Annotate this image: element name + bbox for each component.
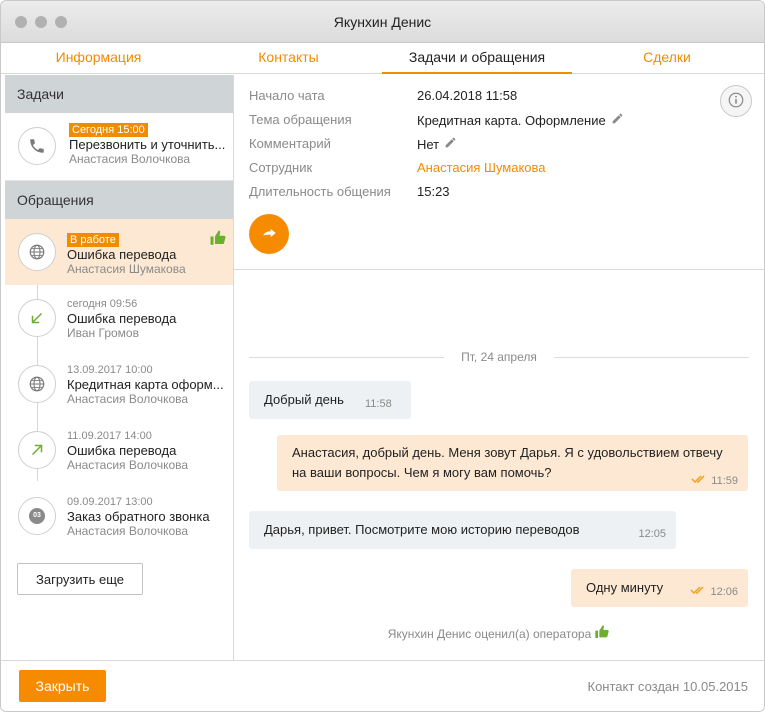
close-window-button[interactable] [15, 16, 27, 28]
double-check-icon [691, 471, 707, 491]
contact-window: Якунхин Денис Информация Контакты Задачи… [0, 0, 765, 712]
request-title: Ошибка перевода [67, 247, 177, 262]
main-panel: Начало чата 26.04.2018 11:58 Тема обраще… [234, 75, 764, 660]
info-button[interactable] [720, 85, 752, 117]
task-title: Перезвонить и уточнить... [69, 137, 226, 152]
info-icon [727, 91, 745, 112]
chat-start-value: 26.04.2018 11:58 [417, 88, 518, 103]
globe-icon [18, 365, 56, 403]
request-person: Анастасия Волочкова [67, 392, 189, 406]
requests-header: Обращения [5, 181, 233, 219]
request-person: Анастасия Волочкова [67, 524, 189, 538]
separator-line-right [554, 357, 749, 358]
message-time: 12:06 [710, 586, 738, 598]
request-title: Заказ обратного звонка [67, 509, 210, 524]
request-date: 09.09.2017 13:00 [67, 496, 153, 508]
request-item[interactable]: В работе Ошибка перевода Анастасия Шумак… [5, 219, 233, 285]
tab-deals[interactable]: Сделки [572, 43, 762, 74]
callback-icon-label: 03 [29, 508, 45, 524]
footer: Закрыть Контакт создан 10.05.2015 [1, 660, 764, 711]
message-time: 11:59 [711, 475, 738, 487]
duration-value: 15:23 [417, 184, 450, 199]
tab-contacts[interactable]: Контакты [196, 43, 381, 74]
task-person: Анастасия Волочкова [69, 152, 191, 166]
message-time: 12:05 [638, 528, 666, 540]
request-item[interactable]: сегодня 09:56 Ошибка перевода Иван Громо… [5, 285, 233, 351]
employee-label: Сотрудник [249, 160, 313, 175]
request-title: Ошибка перевода [67, 443, 177, 458]
title-bar: Якунхин Денис [1, 1, 764, 43]
request-details: Начало чата 26.04.2018 11:58 Тема обраще… [234, 75, 764, 270]
tasks-header: Задачи [5, 75, 233, 113]
request-person: Иван Громов [67, 326, 139, 340]
message-text: Анастасия, добрый день. Меня зовут Дарья… [292, 445, 723, 480]
message-meta: 11:59 [691, 471, 738, 491]
task-due-badge: Сегодня 15:00 [69, 123, 148, 137]
rating-text: Якунхин Денис оценил(а) оператора [387, 626, 592, 641]
double-check-icon [690, 582, 706, 602]
load-more-button[interactable]: Загрузить еще [17, 563, 143, 595]
window-controls [15, 16, 67, 28]
message-incoming: Добрый день 11:58 [249, 381, 411, 419]
operator-rating: Якунхин Денис оценил(а) оператора [234, 624, 764, 643]
callback-icon: 03 [18, 497, 56, 535]
task-item[interactable]: Сегодня 15:00 Перезвонить и уточнить... … [5, 113, 233, 181]
thumbs-up-icon [209, 229, 227, 250]
sidebar: Задачи Сегодня 15:00 Перезвонить и уточн… [5, 75, 234, 660]
date-separator: Пт, 24 апреля [249, 349, 749, 365]
arrow-outgoing-icon [18, 431, 56, 469]
topic-value: Кредитная карта. Оформление [417, 112, 606, 128]
message-text: Одну минуту [586, 580, 664, 595]
request-date: 11.09.2017 14:00 [67, 430, 152, 442]
close-button[interactable]: Закрыть [19, 670, 106, 702]
comment-field: Нет [417, 136, 457, 152]
chat-start-label: Начало чата [249, 88, 325, 103]
forward-icon [259, 223, 279, 246]
request-date: сегодня 09:56 [67, 298, 138, 310]
arrow-incoming-icon [18, 299, 56, 337]
message-time: 11:58 [365, 398, 392, 410]
message-outgoing: Анастасия, добрый день. Меня зовут Дарья… [277, 435, 748, 491]
request-person: Анастасия Волочкова [67, 458, 189, 472]
request-person: Анастасия Шумакова [67, 262, 186, 276]
duration-label: Длительность общения [249, 184, 391, 199]
request-item[interactable]: 03 09.09.2017 13:00 Заказ обратного звон… [5, 483, 233, 549]
chat-area: Пт, 24 апреля Добрый день 11:58 Анастаси… [234, 271, 764, 660]
contact-created-text: Контакт создан 10.05.2015 [587, 679, 749, 694]
edit-topic-icon[interactable] [611, 112, 624, 128]
tab-tasks-requests[interactable]: Задачи и обращения [382, 43, 572, 74]
request-title: Кредитная карта оформ... [67, 377, 224, 392]
thumbs-up-icon [594, 624, 610, 643]
tab-bar: Информация Контакты Задачи и обращения С… [1, 43, 764, 74]
comment-label: Комментарий [249, 136, 331, 151]
message-outgoing: Одну минуту 12:06 [571, 569, 748, 607]
topic-label: Тема обращения [249, 112, 352, 127]
request-item[interactable]: 11.09.2017 14:00 Ошибка перевода Анастас… [5, 417, 233, 483]
globe-icon [18, 233, 56, 271]
tab-info[interactable]: Информация [1, 43, 196, 74]
request-title: Ошибка перевода [67, 311, 177, 326]
request-date: 13.09.2017 10:00 [67, 364, 153, 376]
topic-field: Кредитная карта. Оформление [417, 112, 624, 128]
message-text: Добрый день [264, 392, 344, 407]
phone-icon [18, 127, 56, 165]
message-incoming: Дарья, привет. Посмотрите мою историю пе… [249, 511, 676, 549]
status-badge: В работе [67, 233, 119, 247]
window-title: Якунхин Денис [333, 14, 432, 30]
forward-button[interactable] [249, 214, 289, 254]
message-text: Дарья, привет. Посмотрите мою историю пе… [264, 522, 580, 537]
minimize-window-button[interactable] [35, 16, 47, 28]
maximize-window-button[interactable] [55, 16, 67, 28]
comment-value: Нет [417, 136, 440, 152]
requests-list: В работе Ошибка перевода Анастасия Шумак… [5, 219, 233, 538]
employee-link[interactable]: Анастасия Шумакова [417, 160, 546, 175]
edit-comment-icon[interactable] [444, 136, 457, 152]
message-meta: 12:06 [690, 582, 738, 602]
request-item[interactable]: 13.09.2017 10:00 Кредитная карта оформ..… [5, 351, 233, 417]
